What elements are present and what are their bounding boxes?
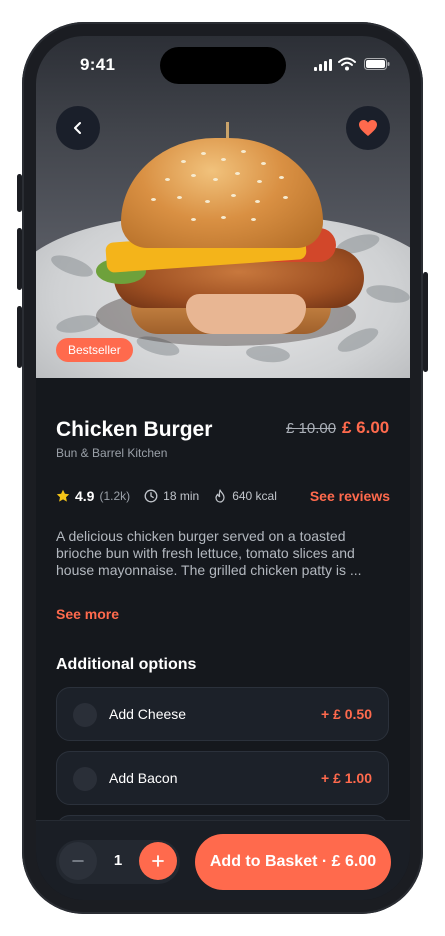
option-add-cheese[interactable]: Add Cheese + £ 0.50: [56, 687, 389, 741]
see-reviews-link[interactable]: See reviews: [310, 488, 390, 504]
screen: Bestseller 9:41 Chicken Burger Bun & Bar…: [36, 36, 410, 900]
back-arrow-icon: [74, 122, 81, 134]
add-to-basket-button[interactable]: Add to Basket · £ 6.00: [195, 834, 391, 890]
option-radio[interactable]: [73, 767, 97, 791]
option-name: Add Cheese: [109, 706, 187, 722]
clock-icon: [144, 489, 158, 503]
see-more-link[interactable]: See more: [56, 606, 119, 622]
calories: 640 kcal: [232, 489, 277, 503]
burger-sauce: [186, 294, 306, 334]
product-title: Chicken Burger: [56, 418, 213, 441]
back-button[interactable]: [56, 106, 100, 150]
quantity-value: 1: [113, 852, 123, 869]
flame-icon: [215, 489, 225, 503]
dynamic-island: [160, 47, 286, 84]
phone-volume-up: [17, 228, 22, 290]
decrease-quantity-button[interactable]: [59, 842, 97, 880]
original-price: £ 10.00: [286, 420, 337, 437]
option-radio[interactable]: [73, 703, 97, 727]
option-price: + £ 1.00: [321, 770, 372, 786]
battery-icon: [364, 58, 390, 70]
heart-icon: [359, 120, 377, 136]
burger-top-bun: [121, 138, 323, 248]
quantity-stepper: 1: [56, 840, 180, 884]
restaurant-name: Bun & Barrel Kitchen: [56, 446, 168, 460]
product-description: A delicious chicken burger served on a t…: [56, 528, 362, 578]
phone-side-button: [17, 174, 22, 212]
rating-count: (1.2k): [99, 489, 131, 503]
option-name: Add Bacon: [109, 770, 178, 786]
wifi-icon: [338, 57, 356, 71]
phone-power-button: [423, 272, 428, 372]
status-time: 9:41: [80, 55, 116, 74]
favorite-button[interactable]: [346, 106, 390, 150]
bestseller-badge: Bestseller: [56, 338, 133, 362]
sale-price: £ 6.00: [342, 418, 390, 437]
status-bar: 9:41: [36, 36, 410, 90]
plus-icon: [152, 855, 164, 867]
prep-time: 18 min: [163, 489, 200, 503]
star-icon: [56, 489, 70, 502]
options-section-title: Additional options: [56, 656, 197, 673]
signal-icon: [314, 59, 332, 71]
increase-quantity-button[interactable]: [139, 842, 177, 880]
option-price: + £ 0.50: [321, 706, 372, 722]
minus-icon: [72, 860, 84, 862]
rating-value: 4.9: [75, 488, 95, 504]
phone-volume-down: [17, 306, 22, 368]
option-add-bacon[interactable]: Add Bacon + £ 1.00: [56, 751, 389, 805]
bottom-action-bar: 1 Add to Basket · £ 6.00: [36, 820, 410, 900]
product-meta-row: 4.9 (1.2k) 18 min 640 kcal See reviews: [56, 486, 390, 506]
